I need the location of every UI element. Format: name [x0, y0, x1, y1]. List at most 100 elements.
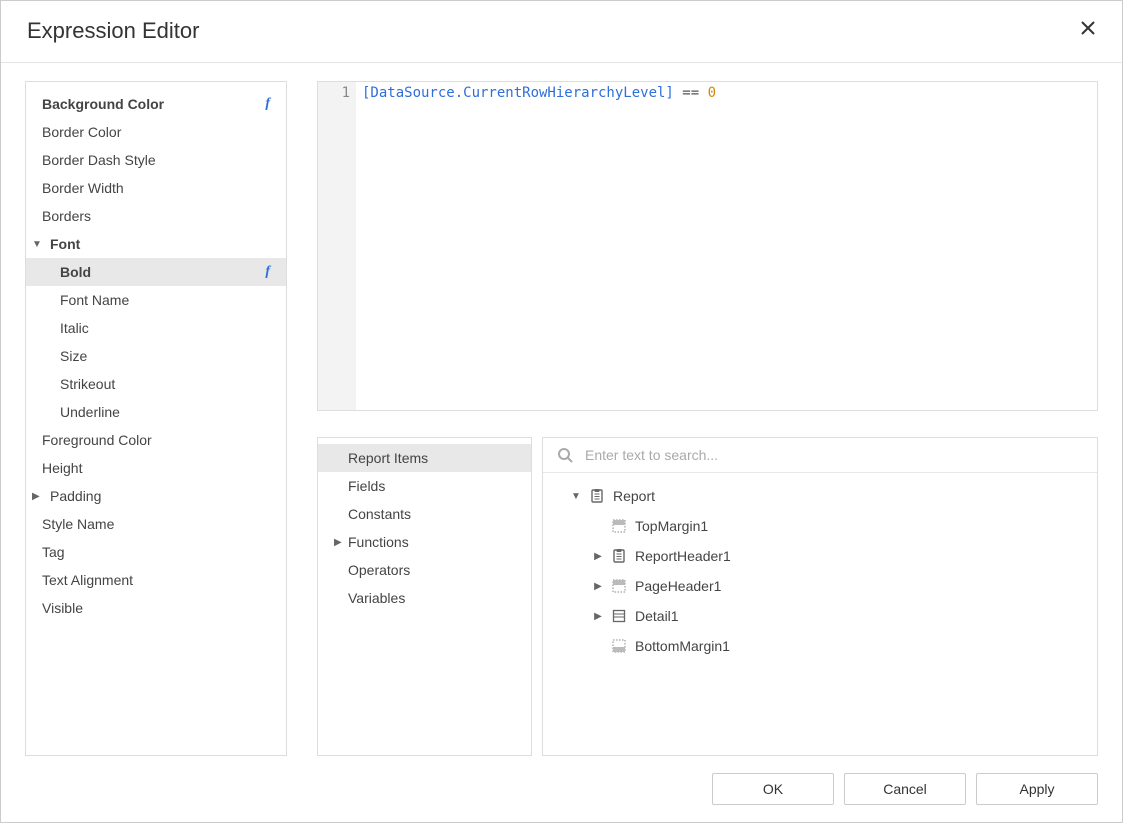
category-panel: Report Items Fields Constants ▶ Functions… [317, 437, 532, 756]
dialog-footer: OK Cancel Apply [1, 756, 1122, 822]
node-label: PageHeader1 [635, 578, 721, 594]
chevron-down-icon: ▼ [571, 491, 581, 502]
prop-tag[interactable]: Tag [26, 538, 286, 566]
margin-band-icon [611, 578, 627, 594]
apply-button[interactable]: Apply [976, 773, 1098, 805]
line-gutter: 1 [318, 82, 356, 410]
cat-report-items[interactable]: Report Items [318, 444, 531, 472]
prop-visible[interactable]: Visible [26, 594, 286, 622]
prop-style-name[interactable]: Style Name [26, 510, 286, 538]
prop-padding[interactable]: ▶Padding [26, 482, 286, 510]
expression-editor-dialog: Expression Editor Background Color f Bor… [0, 0, 1123, 823]
node-label: TopMargin1 [635, 518, 708, 534]
prop-border-color[interactable]: Border Color [26, 118, 286, 146]
prop-size[interactable]: Size [26, 342, 286, 370]
cat-label: Variables [348, 590, 405, 606]
prop-height[interactable]: Height [26, 454, 286, 482]
line-number: 1 [342, 85, 350, 101]
cat-functions[interactable]: ▶ Functions [318, 528, 531, 556]
titlebar: Expression Editor [1, 1, 1122, 63]
prop-font[interactable]: ▼ Font [26, 230, 286, 258]
cat-label: Report Items [348, 450, 428, 466]
cat-label: Operators [348, 562, 410, 578]
prop-border-dash[interactable]: Border Dash Style [26, 146, 286, 174]
chevron-right-icon: ▶ [593, 551, 603, 562]
prop-italic[interactable]: Italic [26, 314, 286, 342]
prop-label: Foreground Color [42, 432, 270, 448]
code-editor[interactable]: 1 [DataSource.CurrentRowHierarchyLevel] … [317, 81, 1098, 411]
node-label: BottomMargin1 [635, 638, 730, 654]
ok-button[interactable]: OK [712, 773, 834, 805]
properties-panel: Background Color f Border Color Border D… [25, 81, 287, 756]
prop-underline[interactable]: Underline [26, 398, 286, 426]
bottom-panels: Report Items Fields Constants ▶ Functions… [317, 437, 1098, 756]
prop-label: Italic [60, 320, 270, 336]
close-button[interactable] [1074, 15, 1102, 46]
right-area: 1 [DataSource.CurrentRowHierarchyLevel] … [317, 81, 1098, 756]
prop-border-width[interactable]: Border Width [26, 174, 286, 202]
cat-operators[interactable]: Operators [318, 556, 531, 584]
prop-bold[interactable]: Bold f [26, 258, 286, 286]
prop-background-color[interactable]: Background Color f [26, 90, 286, 118]
search-icon [557, 447, 573, 463]
margin-band-icon [611, 638, 627, 654]
code-number: 0 [708, 85, 716, 101]
node-report[interactable]: ▼ Report [543, 481, 1097, 511]
search-row [543, 438, 1097, 473]
close-icon [1080, 20, 1096, 36]
cat-variables[interactable]: Variables [318, 584, 531, 612]
prop-label: Font Name [60, 292, 270, 308]
prop-label: Tag [42, 544, 270, 560]
prop-text-alignment[interactable]: Text Alignment [26, 566, 286, 594]
fx-icon: f [265, 264, 270, 280]
prop-label: Font [50, 236, 80, 252]
chevron-right-icon: ▶ [334, 537, 342, 548]
prop-label: Border Dash Style [42, 152, 270, 168]
node-bottom-margin[interactable]: BottomMargin1 [543, 631, 1097, 661]
chevron-right-icon: ▶ [593, 581, 603, 592]
dialog-title: Expression Editor [27, 18, 199, 44]
node-top-margin[interactable]: TopMargin1 [543, 511, 1097, 541]
chevron-right-icon: ▶ [32, 491, 42, 502]
code-field-ref: [DataSource.CurrentRowHierarchyLevel] [362, 85, 674, 101]
node-report-header[interactable]: ▶ ReportHeader1 [543, 541, 1097, 571]
cat-constants[interactable]: Constants [318, 500, 531, 528]
cat-label: Functions [348, 534, 409, 550]
prop-label: Strikeout [60, 376, 270, 392]
chevron-right-icon: ▶ [593, 611, 603, 622]
node-detail[interactable]: ▶ Detail1 [543, 601, 1097, 631]
cat-label: Fields [348, 478, 385, 494]
prop-label: Size [60, 348, 270, 364]
detail-band-icon [611, 608, 627, 624]
prop-label: Border Color [42, 124, 270, 140]
prop-label: Text Alignment [42, 572, 270, 588]
node-label: Detail1 [635, 608, 679, 624]
node-label: Report [613, 488, 655, 504]
prop-label: Height [42, 460, 270, 476]
code-content[interactable]: [DataSource.CurrentRowHierarchyLevel] ==… [356, 82, 1097, 410]
prop-foreground-color[interactable]: Foreground Color [26, 426, 286, 454]
dialog-body: Background Color f Border Color Border D… [1, 63, 1122, 756]
cancel-button[interactable]: Cancel [844, 773, 966, 805]
prop-label: Borders [42, 208, 270, 224]
prop-label: Border Width [42, 180, 270, 196]
fx-icon: f [265, 96, 270, 112]
node-page-header[interactable]: ▶ PageHeader1 [543, 571, 1097, 601]
prop-strikeout[interactable]: Strikeout [26, 370, 286, 398]
search-input[interactable] [583, 446, 1083, 464]
cat-label: Constants [348, 506, 411, 522]
prop-label: Bold [60, 264, 265, 280]
margin-band-icon [611, 518, 627, 534]
prop-label: Background Color [42, 96, 265, 112]
prop-label: Visible [42, 600, 270, 616]
prop-borders[interactable]: Borders [26, 202, 286, 230]
prop-label: Underline [60, 404, 270, 420]
tree-panel: ▼ Report TopMargin1 ▶ ReportHead [542, 437, 1098, 756]
cat-fields[interactable]: Fields [318, 472, 531, 500]
report-tree: ▼ Report TopMargin1 ▶ ReportHead [543, 473, 1097, 669]
clipboard-icon [611, 548, 627, 564]
clipboard-icon [589, 488, 605, 504]
prop-font-name[interactable]: Font Name [26, 286, 286, 314]
node-label: ReportHeader1 [635, 548, 731, 564]
chevron-down-icon: ▼ [32, 239, 42, 250]
